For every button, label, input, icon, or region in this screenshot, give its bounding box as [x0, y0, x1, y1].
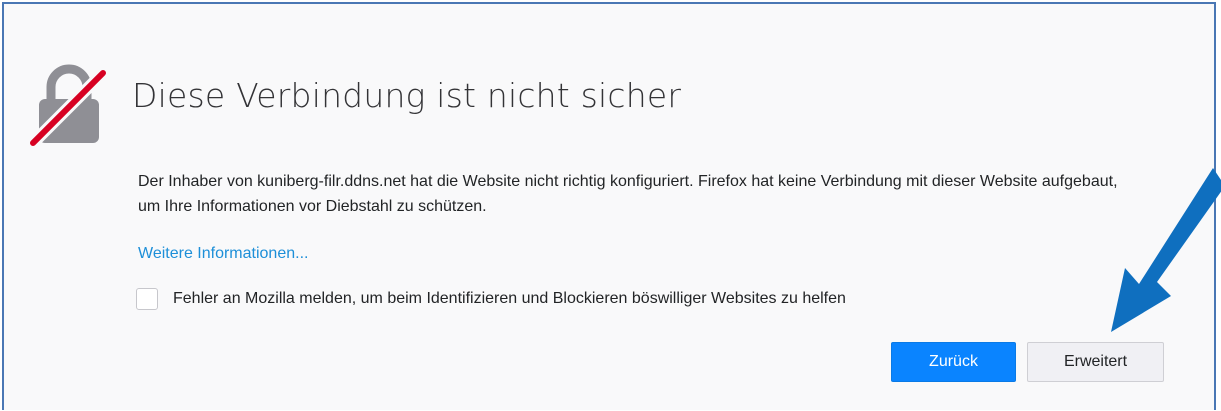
report-checkbox-label[interactable]: Fehler an Mozilla melden, um beim Identi… — [173, 290, 846, 308]
page-title: Diese Verbindung ist nicht sicher — [132, 76, 682, 115]
advanced-button[interactable]: Erweitert — [1027, 342, 1164, 382]
more-info-link[interactable]: Weitere Informationen... — [138, 245, 308, 263]
error-description: Der Inhaber von kuniberg-filr.ddns.net h… — [138, 173, 1118, 215]
arrow-down-left-icon — [1111, 168, 1221, 332]
broken-lock-icon — [29, 64, 109, 149]
report-checkbox[interactable] — [136, 288, 158, 310]
error-page: Diese Verbindung ist nicht sicher Der In… — [2, 2, 1221, 410]
back-button[interactable]: Zurück — [891, 342, 1016, 382]
